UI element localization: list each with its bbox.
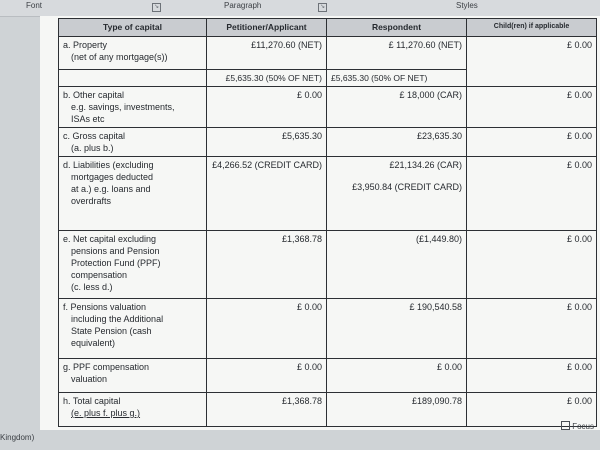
row-label-line: Protection Fund (PPF) bbox=[71, 258, 161, 268]
header-respondent: Respondent bbox=[326, 18, 467, 37]
row-label-continued bbox=[58, 69, 207, 87]
row-label-line: h. Total capital bbox=[63, 396, 121, 406]
cell-child[interactable]: £ 0.00 bbox=[466, 156, 597, 231]
row-label-line: overdrafts bbox=[71, 196, 112, 206]
cell-petitioner[interactable]: £4,266.52 (CREDIT CARD) bbox=[206, 156, 327, 231]
cell-respondent[interactable]: £21,134.26 (CAR) £3,950.84 (CREDIT CARD) bbox=[326, 156, 467, 231]
row-label-property[interactable]: a. Property (net of any mortgage(s)) bbox=[58, 36, 207, 70]
cell-petitioner[interactable]: £ 0.00 bbox=[206, 358, 327, 393]
row-label-line: mortgages deducted bbox=[71, 172, 154, 182]
cell-child[interactable]: £ 0.00 bbox=[466, 36, 597, 87]
table-row: a. Property (net of any mortgage(s)) £11… bbox=[58, 36, 597, 87]
row-label-line: (e. plus f. plus g.) bbox=[71, 408, 141, 418]
row-label-pensions[interactable]: f. Pensions valuation including the Addi… bbox=[58, 298, 207, 359]
cell-respondent-line: £3,950.84 (CREDIT CARD) bbox=[352, 182, 462, 192]
header-type-of-capital: Type of capital bbox=[58, 18, 207, 37]
row-label-line: (net of any mortgage(s)) bbox=[71, 52, 168, 62]
cell-respondent-split[interactable]: £5,635.30 (50% OF NET) bbox=[326, 69, 467, 87]
table-row: d. Liabilities (excluding mortgages dedu… bbox=[58, 156, 597, 231]
cell-respondent[interactable]: £ 0.00 bbox=[326, 358, 467, 393]
font-dialog-launcher-icon[interactable]: ↘ bbox=[152, 3, 161, 12]
header-petitioner: Petitioner/Applicant bbox=[206, 18, 327, 37]
cell-child[interactable]: £ 0.00 bbox=[466, 298, 597, 359]
cell-respondent[interactable]: £189,090.78 bbox=[326, 392, 467, 427]
cell-child[interactable]: £ 0.00 bbox=[466, 127, 597, 157]
ribbon-group-styles: Styles bbox=[456, 1, 478, 10]
table-row: g. PPF compensation valuation £ 0.00 £ 0… bbox=[58, 358, 597, 393]
row-label-line: State Pension (cash bbox=[71, 326, 152, 336]
cell-respondent[interactable]: £23,635.30 bbox=[326, 127, 467, 157]
cell-petitioner[interactable]: £1,368.78 bbox=[206, 392, 327, 427]
row-label-net-capital[interactable]: e. Net capital excluding pensions and Pe… bbox=[58, 230, 207, 299]
row-label-line: a. Property bbox=[63, 40, 108, 50]
row-label-line: f. Pensions valuation bbox=[63, 302, 147, 312]
cell-petitioner[interactable]: £ 0.00 bbox=[206, 86, 327, 128]
cell-petitioner[interactable]: £11,270.60 (NET) bbox=[206, 36, 327, 70]
row-label-line: pensions and Pension bbox=[71, 246, 160, 256]
document-page[interactable]: Type of capital Petitioner/Applicant Res… bbox=[40, 16, 600, 430]
cell-petitioner-split[interactable]: £5,635.30 (50% OF NET) bbox=[206, 69, 327, 87]
row-label-line: including the Additional bbox=[71, 314, 164, 324]
table-row: e. Net capital excluding pensions and Pe… bbox=[58, 230, 597, 299]
cell-respondent[interactable]: £ 11,270.60 (NET) bbox=[326, 36, 467, 70]
ribbon: Font ↘ Paragraph ↘ Styles bbox=[0, 0, 600, 17]
row-label-gross-capital[interactable]: c. Gross capital (a. plus b.) bbox=[58, 127, 207, 157]
cell-child[interactable]: £ 0.00 bbox=[466, 230, 597, 299]
row-label-line: e.g. savings, investments, bbox=[71, 102, 175, 112]
table-row: b. Other capital e.g. savings, investmen… bbox=[58, 86, 597, 128]
table-row: f. Pensions valuation including the Addi… bbox=[58, 298, 597, 359]
row-label-line: b. Other capital bbox=[63, 90, 125, 100]
focus-label: Focus bbox=[572, 422, 594, 431]
row-label-line: compensation bbox=[71, 270, 128, 280]
cell-petitioner[interactable]: £1,368.78 bbox=[206, 230, 327, 299]
row-label-line: ISAs etc bbox=[71, 114, 105, 124]
row-label-line: at a.) e.g. loans and bbox=[71, 184, 151, 194]
row-label-line: c. Gross capital bbox=[63, 131, 126, 141]
table-row: c. Gross capital (a. plus b.) £5,635.30 … bbox=[58, 127, 597, 157]
row-label-line: equivalent) bbox=[71, 338, 116, 348]
cell-respondent[interactable]: £ 190,540.58 bbox=[326, 298, 467, 359]
row-label-line: valuation bbox=[71, 374, 108, 384]
cell-respondent-line: £21,134.26 (CAR) bbox=[389, 160, 462, 170]
focus-icon bbox=[561, 421, 571, 430]
header-child: Child(ren) if applicable bbox=[466, 18, 597, 37]
cell-respondent[interactable]: (£1,449.80) bbox=[326, 230, 467, 299]
cell-child[interactable]: £ 0.00 bbox=[466, 358, 597, 393]
table-row: h. Total capital (e. plus f. plus g.) £1… bbox=[58, 392, 597, 427]
row-label-ppf[interactable]: g. PPF compensation valuation bbox=[58, 358, 207, 393]
row-label-line: e. Net capital excluding bbox=[63, 234, 157, 244]
row-label-line: (c. less d.) bbox=[71, 282, 113, 292]
row-label-line: (a. plus b.) bbox=[71, 143, 114, 153]
cell-petitioner[interactable]: £ 0.00 bbox=[206, 298, 327, 359]
row-label-other-capital[interactable]: b. Other capital e.g. savings, investmen… bbox=[58, 86, 207, 128]
table-header-row: Type of capital Petitioner/Applicant Res… bbox=[58, 18, 597, 37]
row-label-total-capital[interactable]: h. Total capital (e. plus f. plus g.) bbox=[58, 392, 207, 427]
row-label-line: g. PPF compensation bbox=[63, 362, 150, 372]
ribbon-group-font: Font bbox=[26, 1, 43, 10]
status-bar-language[interactable]: Kingdom) bbox=[0, 433, 34, 442]
cell-respondent[interactable]: £ 18,000 (CAR) bbox=[326, 86, 467, 128]
capital-table: Type of capital Petitioner/Applicant Res… bbox=[58, 18, 597, 427]
paragraph-dialog-launcher-icon[interactable]: ↘ bbox=[318, 3, 327, 12]
row-label-liabilities[interactable]: d. Liabilities (excluding mortgages dedu… bbox=[58, 156, 207, 231]
ribbon-group-paragraph: Paragraph bbox=[224, 1, 262, 10]
cell-petitioner[interactable]: £5,635.30 bbox=[206, 127, 327, 157]
row-label-line: d. Liabilities (excluding bbox=[63, 160, 154, 170]
focus-mode-button[interactable]: Focus bbox=[561, 421, 594, 431]
cell-child[interactable]: £ 0.00 bbox=[466, 86, 597, 128]
